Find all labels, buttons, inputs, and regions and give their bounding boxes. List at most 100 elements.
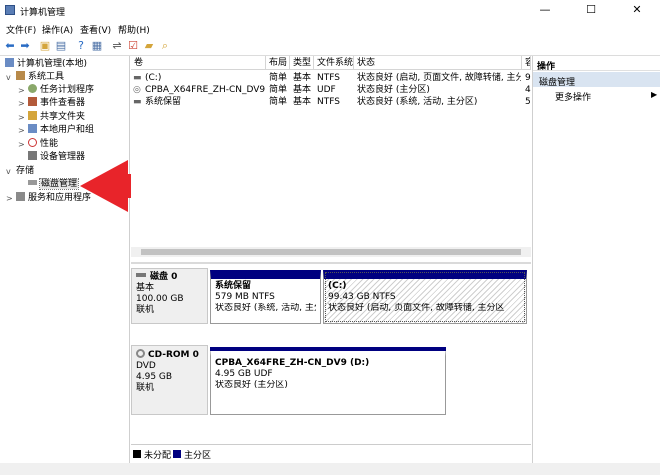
disk-0-info[interactable]: 磁盘 0 基本 100.00 GB 联机 [131,268,208,324]
shared-folder-icon [28,111,37,120]
chevron-right-icon[interactable]: > [18,126,25,135]
tree-event-viewer[interactable]: 事件查看器 [28,97,85,110]
performance-icon [28,138,37,147]
partition-status: 状态良好 (主分区) [215,380,288,390]
search-icon[interactable]: ⌕ [158,39,172,53]
tree-system-tools[interactable]: 系统工具 [16,71,64,84]
partition-d[interactable]: CPBA_X64FRE_ZH-CN_DV9 (D:) 4.95 GB UDF 状… [210,347,446,415]
disk-graphical-view: 磁盘 0 基本 100.00 GB 联机 系统保留 579 MB NTFS 状态… [131,262,531,444]
disk-state: 联机 [136,383,155,393]
partition-name: 系统保留 [215,281,252,291]
menu-view[interactable]: 查看(V) [80,23,111,36]
show-hide-tree-icon[interactable]: ▤ [54,39,68,53]
cell-capacity: 4 [525,85,531,95]
actions-section-disk-management[interactable]: 磁盘管理 [533,72,660,88]
volume-icon: ▬ [133,73,141,83]
partition-c[interactable]: (C:) 99.43 GB NTFS 状态良好 (启动, 页面文件, 故障转储,… [323,270,527,324]
tree-device-manager[interactable]: 设备管理器 [28,151,85,164]
menu-bar: 文件(F) 操作(A) 查看(V) 帮助(H) [0,20,660,36]
maximize-button[interactable]: ☐ [568,0,614,20]
column-type[interactable]: 类型 [290,56,314,70]
chevron-right-icon[interactable]: > [18,99,25,108]
up-folder-icon[interactable]: ▣ [38,39,52,53]
help-icon[interactable]: ? [74,39,88,53]
cell-capacity: 9 [525,73,531,83]
forward-arrow-icon[interactable]: ➡ [18,39,32,53]
partition-name: CPBA_X64FRE_ZH-CN_DV9 (D:) [215,358,370,368]
check-icon[interactable]: ☑ [126,39,140,53]
tools-icon [16,71,25,80]
tree-shared-folders[interactable]: 共享文件夹 [28,111,85,124]
volume-icon: ▬ [133,97,141,107]
cell-type: 基本 [293,85,312,95]
partition-system-reserved[interactable]: 系统保留 579 MB NTFS 状态良好 (系统, 活动, 主分区 [210,270,321,324]
tree-task-scheduler[interactable]: 任务计划程序 [28,84,94,97]
title-bar: 计算机管理 — ☐ ✕ [0,0,660,20]
cell-filesystem: NTFS [317,73,340,83]
legend-label-unallocated: 未分配 [144,451,172,461]
scrollbar-thumb[interactable] [141,249,521,255]
disk-name: CD-ROM 0 [148,350,199,360]
partition-name: (C:) [328,281,347,291]
chevron-right-icon[interactable]: ▶ [651,90,657,99]
connect-icon[interactable]: ⇌ [110,39,124,53]
cell-filesystem: NTFS [317,97,340,107]
partition-status: 状态良好 (系统, 活动, 主分区 [215,303,316,313]
tree-disk-management[interactable]: 磁盘管理 [28,178,80,191]
tree-local-users[interactable]: 本地用户和组 [28,124,94,137]
disk-name: 磁盘 0 [150,272,178,282]
legend-swatch-primary [173,450,181,458]
dvd-icon: ◎ [133,85,141,95]
folder-icon[interactable]: ▰ [142,39,156,53]
chevron-right-icon[interactable]: > [18,140,25,149]
minimize-button[interactable]: — [522,0,568,20]
actions-title: 操作 [533,56,660,72]
cell-status: 状态良好 (主分区) [357,85,430,95]
menu-help[interactable]: 帮助(H) [118,23,150,36]
disk-kind: 基本 [136,283,155,293]
disk-icon [28,180,37,185]
back-arrow-icon[interactable]: ⬅ [3,39,17,53]
column-capacity[interactable]: 容 [522,56,531,70]
chevron-down-icon[interactable]: v [6,73,11,82]
more-actions[interactable]: 更多操作 [555,90,591,103]
legend: 未分配 主分区 [131,444,531,462]
properties-icon[interactable]: ▦ [90,39,104,53]
chevron-right-icon[interactable]: > [18,113,25,122]
cell-capacity: 5 [525,97,531,107]
partition-header-bar [210,347,446,351]
legend-label-primary: 主分区 [184,451,212,461]
cell-layout: 简单 [269,85,288,95]
users-icon [28,124,37,133]
tree-storage[interactable]: 存储 [16,165,34,178]
cell-layout: 简单 [269,73,288,83]
disk-size: 4.95 GB [136,372,173,382]
column-filesystem[interactable]: 文件系统 [314,56,354,70]
menu-action[interactable]: 操作(A) [42,23,73,36]
horizontal-scrollbar[interactable] [131,247,531,257]
cell-volume: 系统保留 [145,97,182,107]
tree-root[interactable]: 计算机管理(本地) [5,58,87,71]
chevron-right-icon[interactable]: > [18,86,25,95]
chevron-right-icon[interactable]: > [6,194,13,203]
volume-list: 卷 布局 类型 文件系统 状态 容 ▬ (C:) 简单 基本 NTFS 状态良好… [131,56,531,259]
partition-size: 4.95 GB UDF [215,369,273,379]
column-volume[interactable]: 卷 [131,56,266,70]
console-tree: 计算机管理(本地) v 系统工具 > 任务计划程序 > 事件查看器 > 共享文件… [0,56,130,463]
cdrom-0-info[interactable]: CD-ROM 0 DVD 4.95 GB 联机 [131,345,208,415]
cell-status: 状态良好 (系统, 活动, 主分区) [357,97,478,107]
event-viewer-icon [28,97,37,106]
cell-filesystem: UDF [317,85,336,95]
disk-kind: DVD [136,361,156,371]
disk-icon [136,273,146,277]
column-status[interactable]: 状态 [354,56,522,70]
computer-management-app-icon [5,5,15,15]
cell-volume: CPBA_X64FRE_ZH-CN_DV9 (D:) [145,85,266,95]
close-button[interactable]: ✕ [614,0,660,20]
partition-status: 状态良好 (启动, 页面文件, 故障转储, 主分区 [328,303,505,313]
column-layout[interactable]: 布局 [266,56,290,70]
window-title: 计算机管理 [20,8,66,18]
chevron-down-icon[interactable]: v [6,167,11,176]
menu-file[interactable]: 文件(F) [6,23,36,36]
tree-performance[interactable]: 性能 [28,138,58,151]
